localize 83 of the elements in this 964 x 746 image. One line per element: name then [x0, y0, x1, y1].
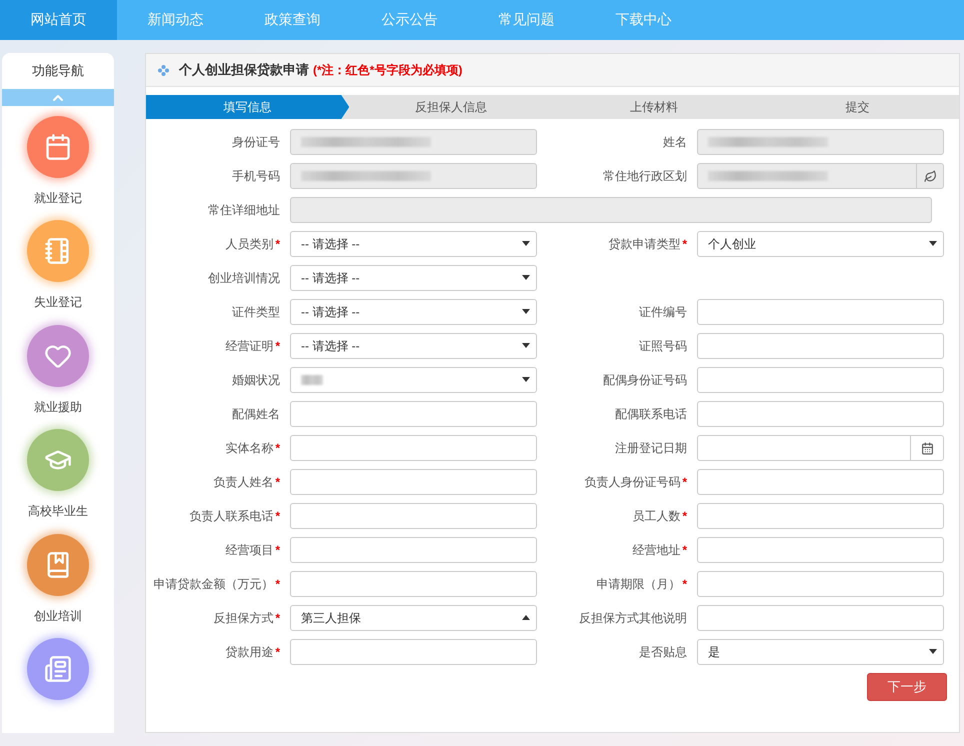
field-label: 姓名: [662, 134, 688, 151]
select-field[interactable]: -- 请选择 --: [290, 333, 537, 359]
input-field[interactable]: [290, 435, 537, 461]
field-label: 经营地址 *: [631, 542, 688, 559]
sidebar-title: 功能导航: [32, 62, 84, 80]
input-field[interactable]: [697, 333, 944, 359]
field-label: 婚姻状况: [231, 372, 281, 389]
select-field[interactable]: -- 请选择 --: [290, 299, 537, 325]
date-field[interactable]: [697, 435, 944, 461]
input-field[interactable]: [697, 503, 944, 529]
field-label: 配偶联系电话: [614, 406, 688, 423]
field-label: 证照号码: [638, 338, 688, 355]
caret-icon: [522, 377, 530, 382]
field-label: 贷款用途 *: [224, 644, 281, 661]
field-label: 身份证号: [231, 134, 281, 151]
field-label: 反担保方式其他说明: [578, 610, 688, 627]
scroll-up-button[interactable]: [2, 89, 114, 106]
newspaper-icon[interactable]: [27, 638, 89, 700]
field-label: 经营项目 *: [224, 542, 281, 559]
select-field[interactable]: [290, 367, 537, 393]
field-label: 配偶身份证号码: [602, 372, 688, 389]
next-button[interactable]: 下一步: [867, 673, 947, 701]
field-label: 人员类别 *: [224, 236, 281, 253]
field-label: 配偶姓名: [231, 406, 281, 423]
input-field[interactable]: [290, 639, 537, 665]
field-label: 负责人联系电话 *: [188, 508, 281, 525]
field-label: 创业培训情况: [207, 270, 281, 287]
field-label: 申请期限（月） *: [595, 576, 688, 593]
input-field[interactable]: [290, 503, 537, 529]
field-label: 申请贷款金额（万元） *: [152, 576, 281, 593]
input-field[interactable]: [290, 469, 537, 495]
field-label: 反担保方式 *: [212, 610, 281, 627]
caret-icon: [522, 309, 530, 314]
caret-icon: [522, 343, 530, 348]
input-field[interactable]: [290, 401, 537, 427]
sidebar-item-label[interactable]: 就业援助: [34, 398, 82, 416]
caret-icon: [929, 241, 937, 246]
redacted-value: [301, 375, 323, 385]
select-field[interactable]: -- 请选择 --: [290, 265, 537, 291]
field-label: 常住详细地址: [207, 202, 281, 219]
panel-title: 个人创业担保贷款申请: [179, 61, 309, 79]
field-label: 证件编号: [638, 304, 688, 321]
caret-icon: [522, 275, 530, 280]
input-field[interactable]: [697, 537, 944, 563]
caret-icon: [522, 241, 530, 246]
sidebar-item-label[interactable]: 失业登记: [34, 294, 82, 312]
input-field[interactable]: [290, 571, 537, 597]
input-field[interactable]: [697, 367, 944, 393]
graduation-cap-icon[interactable]: [27, 429, 89, 492]
leaf-icon: [924, 170, 936, 182]
field-label: 负责人身份证号码 *: [583, 474, 688, 491]
input-field[interactable]: [697, 605, 944, 631]
field-label: 注册登记日期: [614, 440, 688, 457]
input-field[interactable]: [697, 401, 944, 427]
calendar-icon: [920, 442, 934, 454]
field-label: 是否贴息: [638, 644, 688, 661]
required-note: (*注：红色*号字段为必填项): [313, 62, 462, 78]
diamond-icon: [158, 64, 169, 76]
field-label: 常住地行政区划: [602, 168, 688, 185]
field-label: 负责人姓名 *: [212, 474, 281, 491]
input-field[interactable]: [697, 469, 944, 495]
field-label: 手机号码: [231, 168, 281, 185]
input-field[interactable]: [697, 299, 944, 325]
field-label: 贷款申请类型 *: [607, 236, 688, 253]
sidebar-item-label[interactable]: 创业培训: [34, 608, 82, 625]
step-tab[interactable]: 填写信息: [146, 95, 350, 119]
select-field[interactable]: -- 请选择 --: [290, 231, 537, 257]
input-field[interactable]: [697, 571, 944, 597]
book-icon[interactable]: [27, 534, 89, 596]
select-field[interactable]: 是: [697, 639, 944, 665]
field-label: 经营证明 *: [224, 338, 281, 355]
caret-icon: [929, 649, 937, 654]
notebook-icon[interactable]: [27, 220, 89, 282]
select-field[interactable]: 个人创业: [697, 231, 944, 257]
field-label: 证件类型: [231, 304, 281, 321]
caret-icon: [522, 615, 530, 620]
select-field[interactable]: 第三人担保: [290, 605, 537, 631]
calendar-icon[interactable]: [27, 116, 89, 178]
field-label: 实体名称 *: [224, 440, 281, 457]
input-field[interactable]: [290, 537, 537, 563]
sidebar-item-label[interactable]: 高校毕业生: [28, 503, 88, 520]
field-label: 员工人数 *: [631, 508, 688, 525]
sidebar-item-label[interactable]: 就业登记: [34, 190, 82, 207]
